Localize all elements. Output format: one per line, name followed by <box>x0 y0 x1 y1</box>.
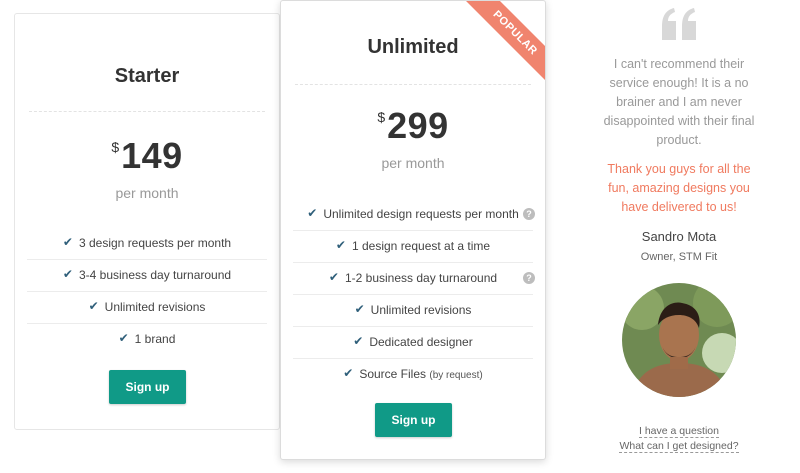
check-icon: ✔ <box>328 270 339 284</box>
billing-period: per month <box>381 155 445 171</box>
designed-link[interactable]: What can I get designed? <box>600 440 758 453</box>
avatar-photo <box>622 283 736 397</box>
starter-signup-button[interactable]: Sign up <box>109 370 186 404</box>
check-icon: ✔ <box>354 302 365 316</box>
feature-list: ✔ Unlimited design requests per month? ✔ 1… <box>293 199 535 390</box>
question-link[interactable]: I have a question <box>600 425 758 438</box>
check-icon: ✔ <box>62 267 73 281</box>
feature-item: ✔ Unlimited design requests per month? <box>293 199 535 231</box>
feature-item: ✔ Unlimited revisions <box>27 292 267 324</box>
starter-plan-card: Starter $149 per month ✔ 3 design request… <box>14 13 280 430</box>
check-icon: ✔ <box>343 366 354 380</box>
plan-price: $149 <box>15 135 279 177</box>
divider <box>29 111 265 112</box>
currency-symbol: $ <box>111 139 120 155</box>
help-icon[interactable]: ? <box>523 272 535 284</box>
plan-title: Unlimited <box>367 36 459 58</box>
feature-list: ✔ 3 design requests per month ✔ 3-4 busine… <box>27 228 267 355</box>
feature-item: ✔ Dedicated designer <box>293 327 533 359</box>
plan-title: Starter <box>114 65 180 87</box>
unlimited-signup-button[interactable]: Sign up <box>375 403 452 437</box>
price-amount: 299 <box>387 105 449 146</box>
check-icon: ✔ <box>335 238 346 252</box>
plan-price: $299 <box>281 105 545 147</box>
avatar <box>622 283 736 397</box>
feature-item: ✔ Unlimited revisions <box>293 295 533 327</box>
feature-item: ✔ 1 brand <box>27 324 267 355</box>
testimonial-author: Sandro Mota <box>641 229 717 244</box>
testimonial-role: Owner, STM Fit <box>640 251 718 263</box>
check-icon: ✔ <box>353 334 364 348</box>
feature-item: ✔ 1 design request at a time <box>293 231 533 263</box>
currency-symbol: $ <box>377 109 386 125</box>
feature-item: ✔ Source Files (by request) <box>293 359 533 390</box>
feature-item: ✔ 1-2 business day turnaround? <box>293 263 535 295</box>
testimonial-highlight: Thank you guys for all the fun, amazing … <box>607 162 751 214</box>
billing-period: per month <box>115 185 179 201</box>
check-icon: ✔ <box>307 206 318 220</box>
check-icon: ✔ <box>62 235 73 249</box>
check-icon: ✔ <box>118 331 129 345</box>
feature-note: (by request) <box>429 370 483 381</box>
feature-item: ✔ 3 design requests per month <box>27 228 267 260</box>
feature-item: ✔ 3-4 business day turnaround <box>27 260 267 292</box>
help-icon[interactable]: ? <box>523 208 535 220</box>
divider <box>295 84 531 85</box>
quote-icon <box>662 8 696 40</box>
price-amount: 149 <box>121 135 183 176</box>
unlimited-plan-card: POPULAR Unlimited $299 per month ✔ Unlimi… <box>280 0 546 460</box>
check-icon: ✔ <box>88 299 99 313</box>
testimonial-quote: I can't recommend their service enough! … <box>603 57 755 147</box>
